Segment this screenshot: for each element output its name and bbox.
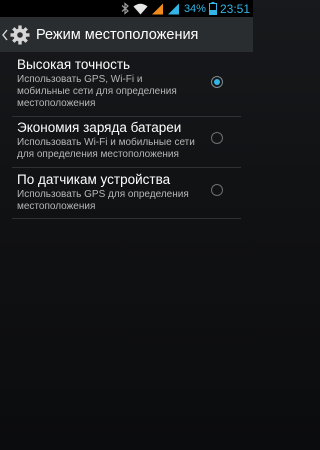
radio-high-accuracy[interactable] [211,76,223,88]
option-label: По датчикам устройства [17,172,171,187]
option-summary: Использовать GPS, Wi-Fi и мобильные сети… [17,74,177,109]
signal-icon [167,3,180,15]
bluetooth-icon [121,2,130,15]
battery-icon [208,2,217,15]
divider [12,218,241,219]
option-label: Высокая точность [17,57,131,72]
option-high-accuracy[interactable]: Высокая точность Использовать GPS, Wi-Fi… [0,53,253,111]
option-battery-saving[interactable]: Экономия заряда батареи Использовать Wi-… [0,117,253,167]
signal-icon [151,3,164,15]
action-bar: Режим местоположения [0,17,253,52]
radio-battery-saving[interactable] [211,132,223,144]
radio-device-only[interactable] [211,184,223,196]
clock: 23:51 [219,1,250,16]
option-summary: Использовать Wi-Fi и мобильные сети для … [17,137,195,160]
status-bar: 34% 23:51 [0,0,253,17]
option-label: Экономия заряда батареи [17,120,182,135]
option-summary: Использовать GPS для определения местопо… [17,189,189,212]
wifi-icon [133,3,148,15]
page-title: Режим местоположения [36,26,199,43]
back-chevron-icon[interactable] [2,29,8,41]
gear-icon[interactable] [9,24,31,46]
battery-percent: 34% [183,2,206,15]
option-device-only[interactable]: По датчикам устройства Использовать GPS … [0,168,253,218]
